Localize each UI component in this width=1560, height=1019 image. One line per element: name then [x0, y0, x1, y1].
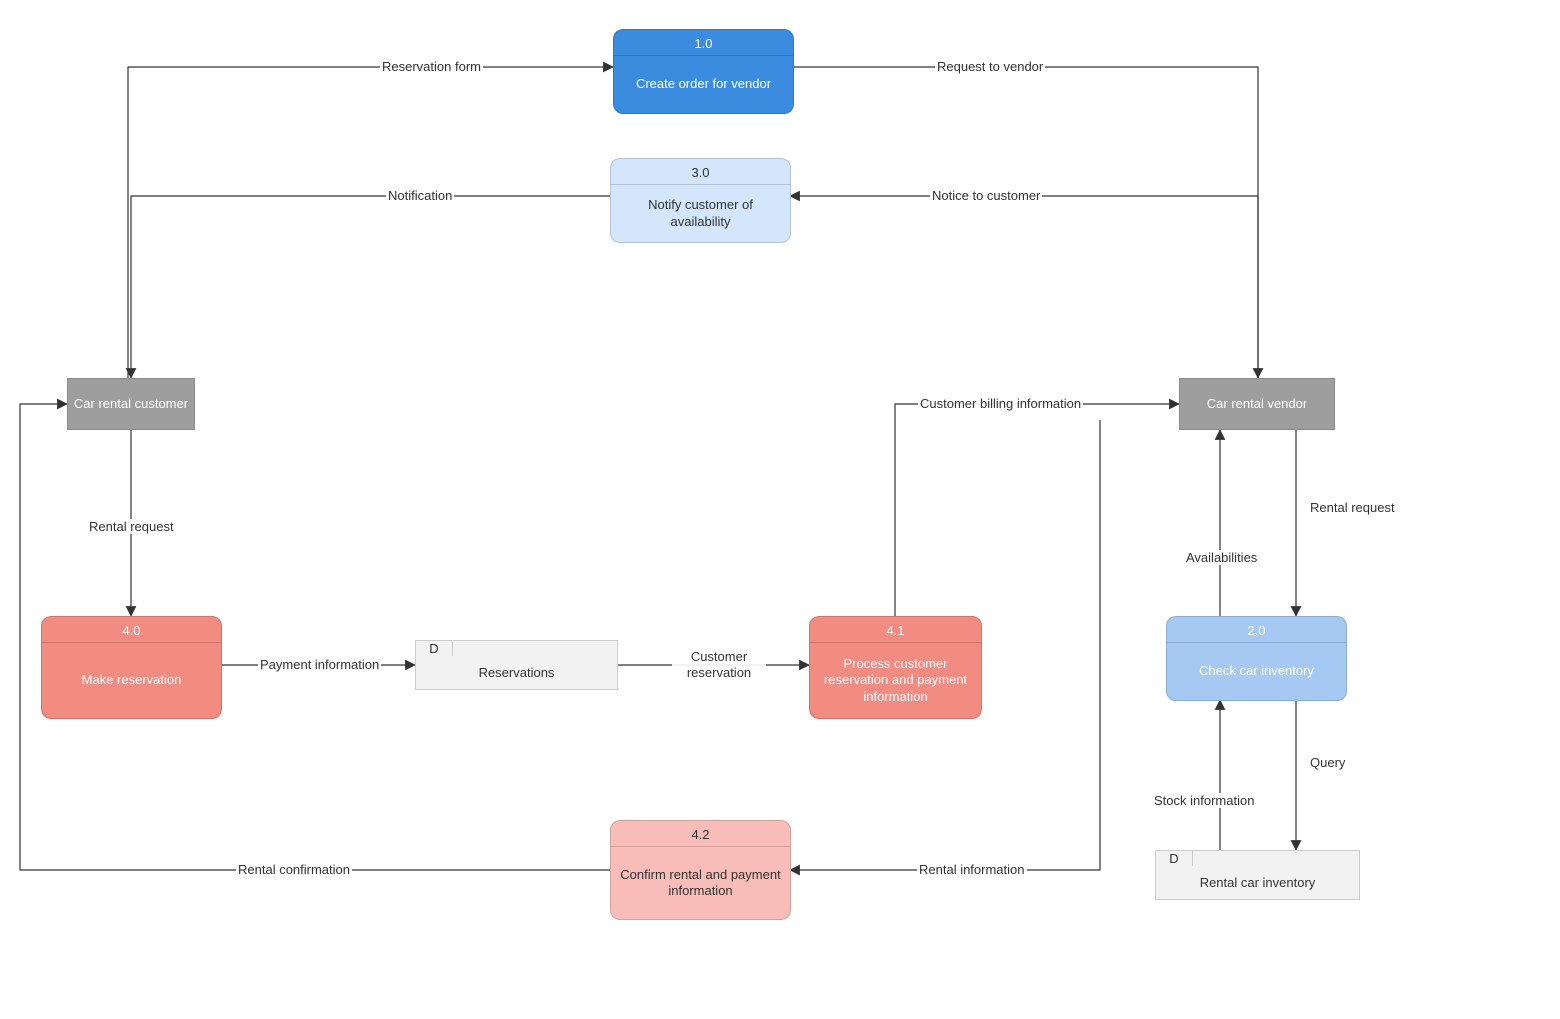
- process-4-2[interactable]: 4.2 Confirm rental and payment informati…: [610, 820, 791, 920]
- datastore-inventory[interactable]: D Rental car inventory: [1155, 850, 1360, 900]
- entity-customer[interactable]: Car rental customer: [67, 378, 195, 430]
- label-payment-information: Payment information: [258, 657, 381, 672]
- process-2-0[interactable]: 2.0 Check car inventory: [1166, 616, 1347, 701]
- process-title: Check car inventory: [1167, 643, 1346, 700]
- diagram-canvas: 1.0 Create order for vendor 3.0 Notify c…: [0, 0, 1560, 1019]
- label-availabilities: Availabilities: [1184, 550, 1259, 565]
- datastore-reservations[interactable]: D Reservations: [415, 640, 618, 690]
- process-title: Create order for vendor: [614, 56, 793, 113]
- datastore-title: Reservations: [416, 656, 617, 689]
- process-title: Process customer reservation and payment…: [810, 643, 981, 718]
- process-number: 3.0: [611, 159, 790, 184]
- label-rental-confirmation: Rental confirmation: [236, 862, 352, 877]
- process-number: 4.2: [611, 821, 790, 846]
- process-title: Notify customer of availability: [611, 185, 790, 242]
- label-query: Query: [1308, 755, 1347, 770]
- label-rental-request-left: Rental request: [87, 519, 176, 534]
- process-4-1[interactable]: 4.1 Process customer reservation and pay…: [809, 616, 982, 719]
- label-request-to-vendor: Request to vendor: [935, 59, 1045, 74]
- process-3-0[interactable]: 3.0 Notify customer of availability: [610, 158, 791, 243]
- label-rental-information: Rental information: [917, 862, 1027, 877]
- process-title: Make reservation: [42, 643, 221, 718]
- process-number: 4.0: [42, 617, 221, 642]
- datastore-title: Rental car inventory: [1156, 866, 1359, 899]
- process-title: Confirm rental and payment information: [611, 847, 790, 919]
- label-customer-billing-information: Customer billing information: [918, 396, 1083, 411]
- process-number: 4.1: [810, 617, 981, 642]
- label-stock-information: Stock information: [1152, 793, 1256, 808]
- process-4-0[interactable]: 4.0 Make reservation: [41, 616, 222, 719]
- label-customer-reservation: Customer reservation: [672, 649, 766, 680]
- label-notification: Notification: [386, 188, 454, 203]
- entity-vendor[interactable]: Car rental vendor: [1179, 378, 1335, 430]
- label-notice-to-customer: Notice to customer: [930, 188, 1042, 203]
- label-reservation-form: Reservation form: [380, 59, 483, 74]
- process-number: 1.0: [614, 30, 793, 55]
- datastore-marker: D: [416, 641, 453, 656]
- datastore-marker: D: [1156, 851, 1193, 866]
- label-rental-request-right: Rental request: [1308, 500, 1397, 515]
- process-1-0[interactable]: 1.0 Create order for vendor: [613, 29, 794, 114]
- process-number: 2.0: [1167, 617, 1346, 642]
